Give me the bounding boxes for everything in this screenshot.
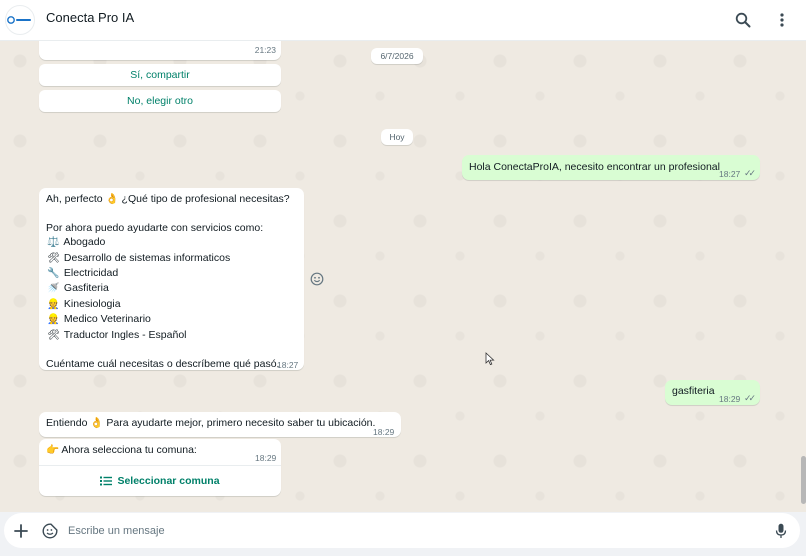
message-list[interactable]: 21:23 Sí, compartir No, elegir otro 6/7/… (0, 41, 806, 512)
microphone-icon (775, 523, 787, 538)
message-bubble-incoming: Entiendo 👌 Para ayudarte mejor, primero … (39, 412, 401, 437)
service-item: 👷 Medico Veterinario (46, 312, 290, 327)
select-comuna-button[interactable]: Seleccionar comuna (39, 466, 281, 496)
service-item: 🔧 Electricidad (46, 266, 290, 281)
tools-icon: 🛠 (47, 252, 60, 264)
message-bubble-outgoing: gasfiteria 18:29 ✓✓ (665, 380, 760, 405)
sticker-icon (42, 523, 58, 539)
message-bubble-incoming: Ah, perfecto 👌 ¿Qué tipo de profesional … (39, 188, 304, 370)
sticker-button[interactable] (40, 521, 60, 541)
chat-header: Conecta Pro IA (0, 0, 806, 41)
service-item: ⚖️ Abogado (46, 235, 290, 250)
voice-record-button[interactable] (771, 521, 791, 541)
service-item: 👷 Kinesiologia (46, 297, 290, 312)
message-time: 21:23 (254, 44, 276, 55)
composer (4, 513, 800, 548)
read-ticks-icon: ✓✓ (744, 393, 756, 403)
message-text: Hola ConectaProIA, necesito encontrar un… (469, 161, 720, 173)
date-chip: 6/7/2026 (371, 48, 423, 64)
scales-icon: ⚖️ (47, 237, 60, 249)
read-ticks-icon: ✓✓ (744, 168, 756, 178)
message-closing: Cuéntame cuál necesitas o descríbeme qué… (46, 358, 280, 371)
reply-button-no-elegir-otro[interactable]: No, elegir otro (39, 90, 281, 112)
service-item: 🛠 Traductor Ingles - Español (46, 328, 290, 343)
message-time: 18:29 (719, 394, 741, 404)
tools-icon: 🛠 (47, 329, 60, 341)
worker-icon: 👷 (47, 314, 60, 326)
search-button[interactable] (731, 8, 755, 32)
contact-name[interactable]: Conecta Pro IA (46, 10, 134, 25)
date-chip-today: Hoy (381, 129, 413, 145)
mouse-cursor-icon (485, 352, 495, 366)
service-item: 🛠 Desarrollo de sistemas informaticos (46, 251, 290, 266)
message-bubble-outgoing: Hola ConectaProIA, necesito encontrar un… (462, 155, 760, 180)
message-text: 👉 Ahora selecciona tu comuna: (46, 444, 197, 456)
message-bubble-incoming: 21:23 (39, 41, 281, 60)
wrench-icon: 🔧 (47, 268, 60, 280)
message-time: 18:27 (719, 169, 741, 179)
message-text: gasfiteria (672, 385, 715, 397)
contact-avatar[interactable] (5, 5, 35, 35)
select-comuna-label: Seleccionar comuna (117, 475, 220, 487)
message-input[interactable] (68, 522, 748, 540)
menu-button[interactable] (770, 8, 794, 32)
message-time: 18:29 (255, 453, 277, 463)
plus-icon (14, 524, 28, 538)
chat-scrollbar[interactable] (801, 456, 806, 504)
worker-icon: 👷 (47, 298, 60, 310)
reply-button-si-compartir[interactable]: Sí, compartir (39, 64, 281, 86)
list-icon (100, 476, 113, 486)
more-vertical-icon (780, 13, 784, 27)
message-time: 18:27 (277, 360, 299, 370)
message-lead: Por ahora puedo ayudarte con servicios c… (46, 221, 264, 234)
search-icon (735, 12, 751, 28)
service-item: 🚿 Gasfiteria (46, 281, 290, 296)
message-text: Entiendo 👌 Para ayudarte mejor, primero … (46, 417, 376, 429)
attach-button[interactable] (11, 521, 31, 541)
react-button[interactable] (310, 272, 326, 288)
emoji-reaction-icon (310, 272, 324, 286)
message-intro: Ah, perfecto 👌 ¿Qué tipo de profesional … (46, 193, 290, 205)
conecta-logo-icon (7, 16, 31, 24)
shower-icon: 🚿 (47, 283, 60, 295)
message-time: 18:29 (373, 427, 395, 437)
composer-bar (0, 512, 806, 556)
